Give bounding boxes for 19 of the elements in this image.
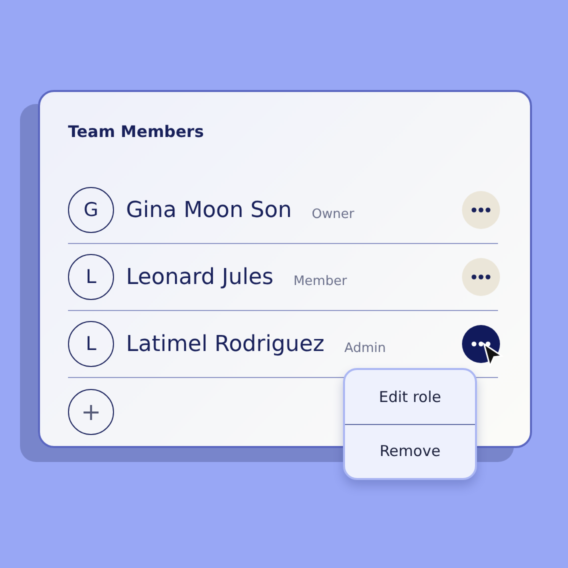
add-member-button[interactable]: + [68, 388, 114, 434]
dots-icon [471, 341, 491, 347]
dots-icon [471, 274, 491, 280]
avatar-initial: L [68, 254, 114, 300]
more-button[interactable] [462, 191, 500, 229]
avatar-initial: L [68, 321, 114, 367]
cursor-icon [482, 342, 506, 370]
menu-item[interactable]: Edit role [345, 370, 475, 424]
member-name: Gina Moon Son [126, 198, 292, 222]
member-role: Member [293, 274, 347, 288]
member-name: Leonard Jules [126, 264, 274, 290]
avatar-initial: G [68, 187, 114, 233]
member-role: Owner [312, 206, 354, 222]
menu-item[interactable]: Remove [345, 424, 475, 478]
dots-icon [471, 207, 491, 213]
member-role: Admin [344, 340, 386, 356]
member-name: Latimel Rodriguez [126, 332, 324, 356]
card-title: Team Members [68, 122, 205, 142]
more-button[interactable] [462, 258, 500, 296]
